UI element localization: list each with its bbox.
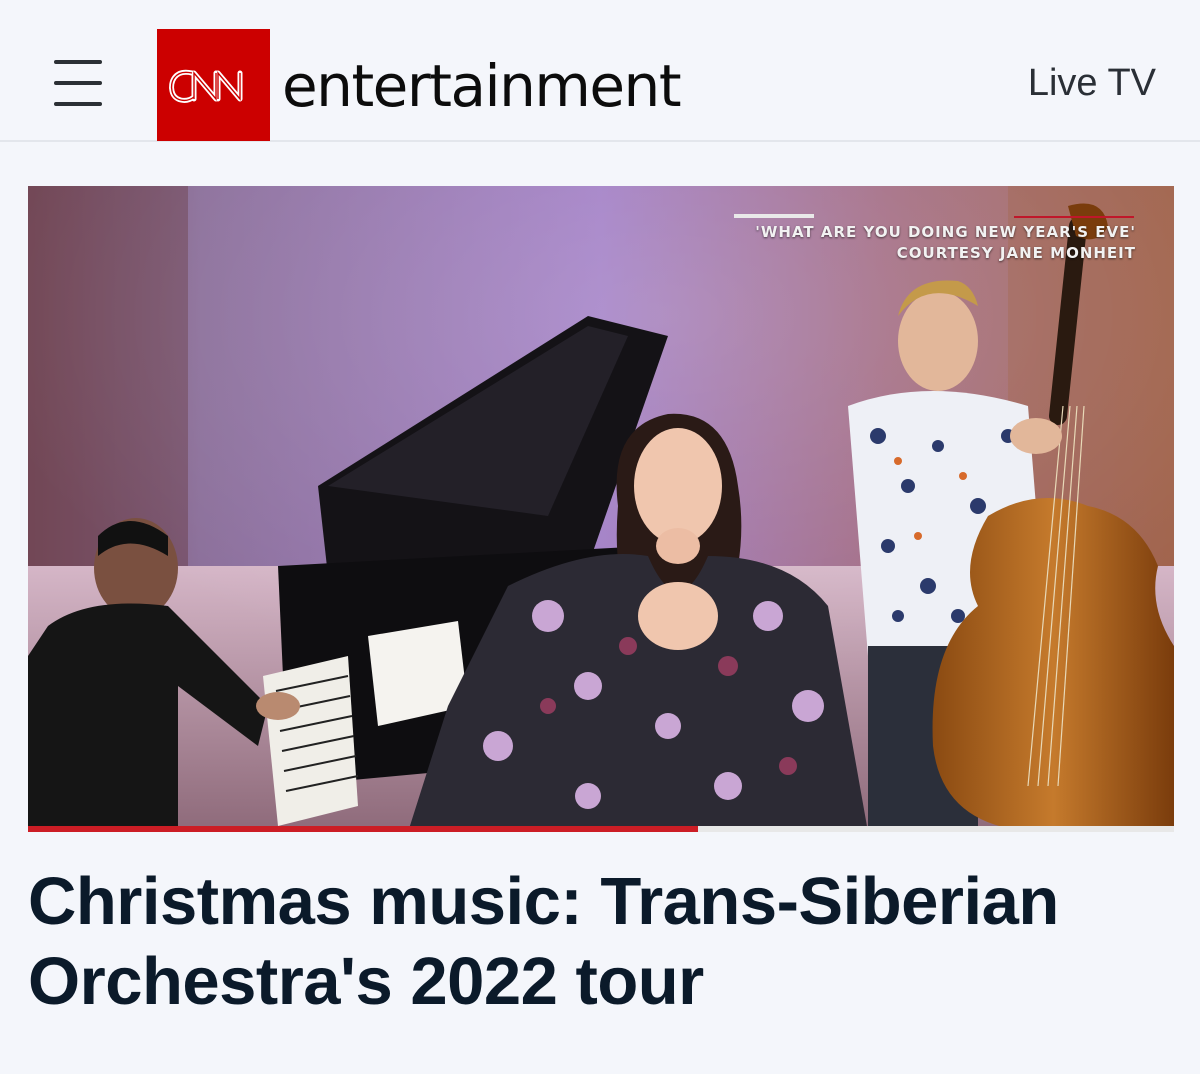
caption-credit: COURTESY JANE MONHEIT <box>896 244 1136 262</box>
video-caption: 'WHAT ARE YOU DOING NEW YEAR'S EVE' COUR… <box>755 222 1136 264</box>
site-header: entertainment Live TV <box>0 0 1200 142</box>
video-progress-fill <box>28 826 699 832</box>
caption-title: 'WHAT ARE YOU DOING NEW YEAR'S EVE' <box>755 223 1136 241</box>
live-tv-link[interactable]: Live TV <box>1028 62 1156 105</box>
video-player[interactable]: 'WHAT ARE YOU DOING NEW YEAR'S EVE' COUR… <box>28 186 1174 832</box>
video-progress-bar[interactable] <box>28 826 1174 832</box>
cnn-logo[interactable] <box>157 29 270 141</box>
article-headline[interactable]: Christmas music: Trans-Siberian Orchestr… <box>28 862 1168 1022</box>
hamburger-menu-icon[interactable] <box>54 60 102 106</box>
caption-rule <box>734 214 1134 218</box>
video-frame <box>28 186 1174 832</box>
brand-link[interactable]: entertainment <box>157 29 682 141</box>
section-title[interactable]: entertainment <box>282 57 682 115</box>
